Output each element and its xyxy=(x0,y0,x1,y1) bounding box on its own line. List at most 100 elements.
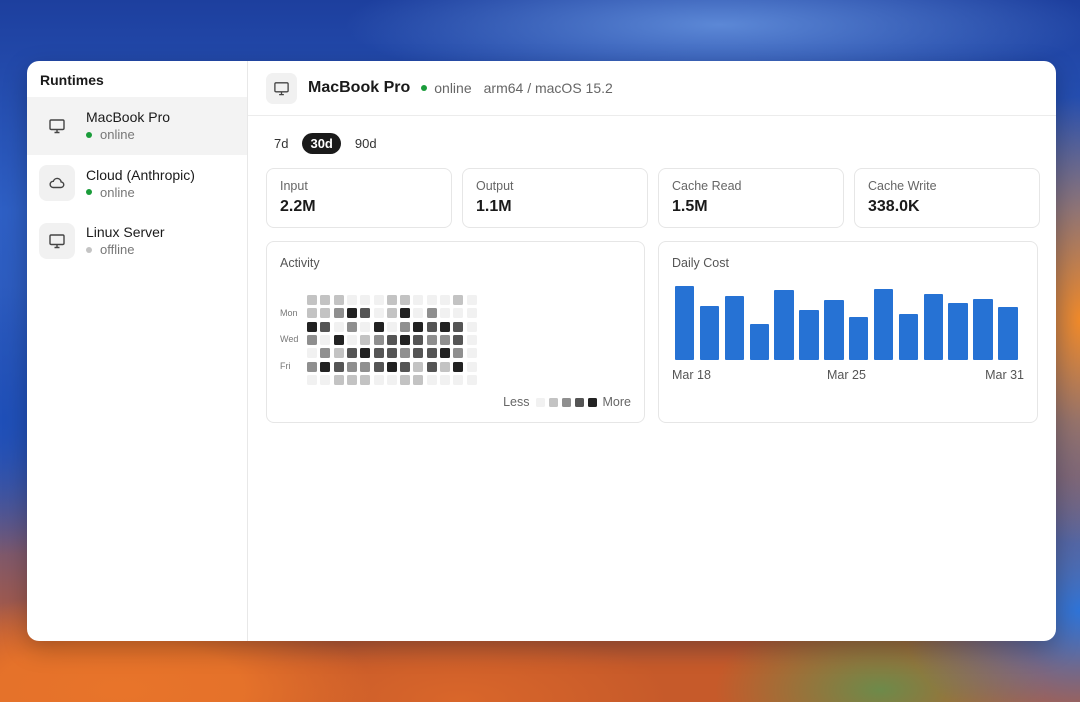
range-90d-button[interactable]: 90d xyxy=(347,133,385,154)
heatmap-cell xyxy=(400,308,411,319)
heatmap-cell xyxy=(360,374,371,385)
stat-card-input: Input 2.2M xyxy=(266,168,452,228)
heatmap-cell xyxy=(413,321,424,332)
heatmap-cell xyxy=(466,334,477,345)
heatmap-cell xyxy=(440,334,450,345)
heatmap-cell xyxy=(346,295,357,305)
heatmap-cell xyxy=(373,361,384,372)
heatmap-cell xyxy=(320,321,331,332)
runtime-status-label: online xyxy=(100,184,135,200)
page-title: MacBook Pro xyxy=(308,79,411,96)
heatmap-cell xyxy=(413,374,424,385)
heatmap-cell xyxy=(333,295,344,305)
heatmap-cell xyxy=(440,321,450,332)
heatmap-legend: Less More xyxy=(503,395,631,409)
status-badge: online xyxy=(421,80,472,96)
runtime-name: Cloud (Anthropic) xyxy=(86,166,195,183)
runtime-item-macbook-pro[interactable]: MacBook Pro online xyxy=(27,97,247,155)
heatmap-cell xyxy=(320,348,331,359)
heatmap-cell xyxy=(413,295,424,305)
heatmap-cell xyxy=(386,308,397,319)
cost-bar xyxy=(749,323,769,360)
x-tick-label: Mar 31 xyxy=(985,368,1024,382)
heatmap-cell xyxy=(413,334,424,345)
legend-swatch xyxy=(574,397,584,407)
heatmap-cell xyxy=(466,321,477,332)
heatmap-cell xyxy=(453,374,464,385)
monitor-icon xyxy=(39,222,75,259)
heatmap-cell xyxy=(333,334,344,345)
heatmap-cell xyxy=(346,348,357,359)
heatmap-cell xyxy=(466,295,477,305)
heatmap-cell xyxy=(346,374,357,385)
heatmap-cell xyxy=(426,321,437,332)
runtime-status: online xyxy=(86,126,170,143)
heatmap-cell xyxy=(360,361,371,372)
stat-label: Cache Write xyxy=(868,179,937,193)
activity-card: Activity Mon Wed Fri Less More xyxy=(266,241,645,423)
cost-bar xyxy=(849,317,869,360)
range-30d-button[interactable]: 30d xyxy=(302,133,341,154)
heatmap-row-label: Fri xyxy=(280,361,291,371)
chart-title: Daily Cost xyxy=(672,256,729,270)
x-tick-label: Mar 18 xyxy=(672,368,711,382)
status-dot xyxy=(421,85,428,91)
heatmap-cell xyxy=(400,374,411,385)
heatmap-cell xyxy=(320,374,331,385)
heatmap-cell xyxy=(320,295,331,305)
cost-bar xyxy=(948,303,968,360)
stat-value: 1.1M xyxy=(476,198,512,215)
heatmap-cell xyxy=(333,374,344,385)
heatmap-cell xyxy=(307,334,317,345)
runtime-item-linux-server[interactable]: Linux Server offline xyxy=(27,212,247,270)
range-7d-button[interactable]: 7d xyxy=(266,133,296,154)
heatmap-cell xyxy=(320,334,331,345)
stat-card-output: Output 1.1M xyxy=(462,168,648,228)
heatmap-cell xyxy=(360,295,371,305)
heatmap-cell xyxy=(333,361,344,372)
runtime-status: online xyxy=(86,184,195,201)
app-window: Runtimes MacBook Pro online Cloud (Anthr… xyxy=(27,61,1056,641)
heatmap-cell xyxy=(466,308,477,319)
heatmap-row-label: Mon xyxy=(280,308,298,318)
stat-label: Input xyxy=(280,179,308,193)
heatmap-cell xyxy=(386,348,397,359)
heatmap-cell xyxy=(466,374,477,385)
status-dot xyxy=(86,131,92,138)
x-tick-label: Mar 25 xyxy=(827,368,866,382)
status-dot xyxy=(86,189,92,196)
heatmap-cell xyxy=(440,348,450,359)
legend-swatch xyxy=(548,397,558,407)
heatmap-cell xyxy=(360,321,371,332)
heatmap-cell xyxy=(373,321,384,332)
heatmap-cell xyxy=(426,374,437,385)
cost-bar xyxy=(998,307,1018,360)
sidebar-title: Runtimes xyxy=(40,72,104,88)
legend-swatch xyxy=(561,397,571,407)
heatmap-cell xyxy=(333,321,344,332)
heatmap-cell xyxy=(333,308,344,319)
heatmap-cell xyxy=(453,348,464,359)
monitor-icon xyxy=(266,72,297,104)
range-selector: 7d 30d 90d xyxy=(266,133,385,154)
token-stats: Input 2.2M Output 1.1M Cache Read 1.5M C… xyxy=(266,168,1040,228)
cost-bar xyxy=(973,298,993,360)
monitor-icon xyxy=(39,108,75,144)
heatmap-cell xyxy=(466,361,477,372)
status-label: online xyxy=(434,80,472,96)
cost-bar xyxy=(898,314,919,360)
heatmap-cell xyxy=(360,308,371,319)
heatmap-cell xyxy=(426,348,437,359)
legend-less-label: Less xyxy=(503,395,530,409)
heatmap-cell xyxy=(386,361,397,372)
heatmap-cell xyxy=(440,295,450,305)
heatmap-cell xyxy=(426,361,437,372)
runtime-item-cloud-anthropic[interactable]: Cloud (Anthropic) online xyxy=(27,155,247,213)
stat-label: Output xyxy=(476,179,514,193)
heatmap-cell xyxy=(373,334,384,345)
heatmap-cell xyxy=(346,361,357,372)
activity-title: Activity xyxy=(280,256,320,270)
status-dot xyxy=(86,246,92,253)
heatmap-cell xyxy=(360,334,371,345)
heatmap-cell xyxy=(413,308,424,319)
